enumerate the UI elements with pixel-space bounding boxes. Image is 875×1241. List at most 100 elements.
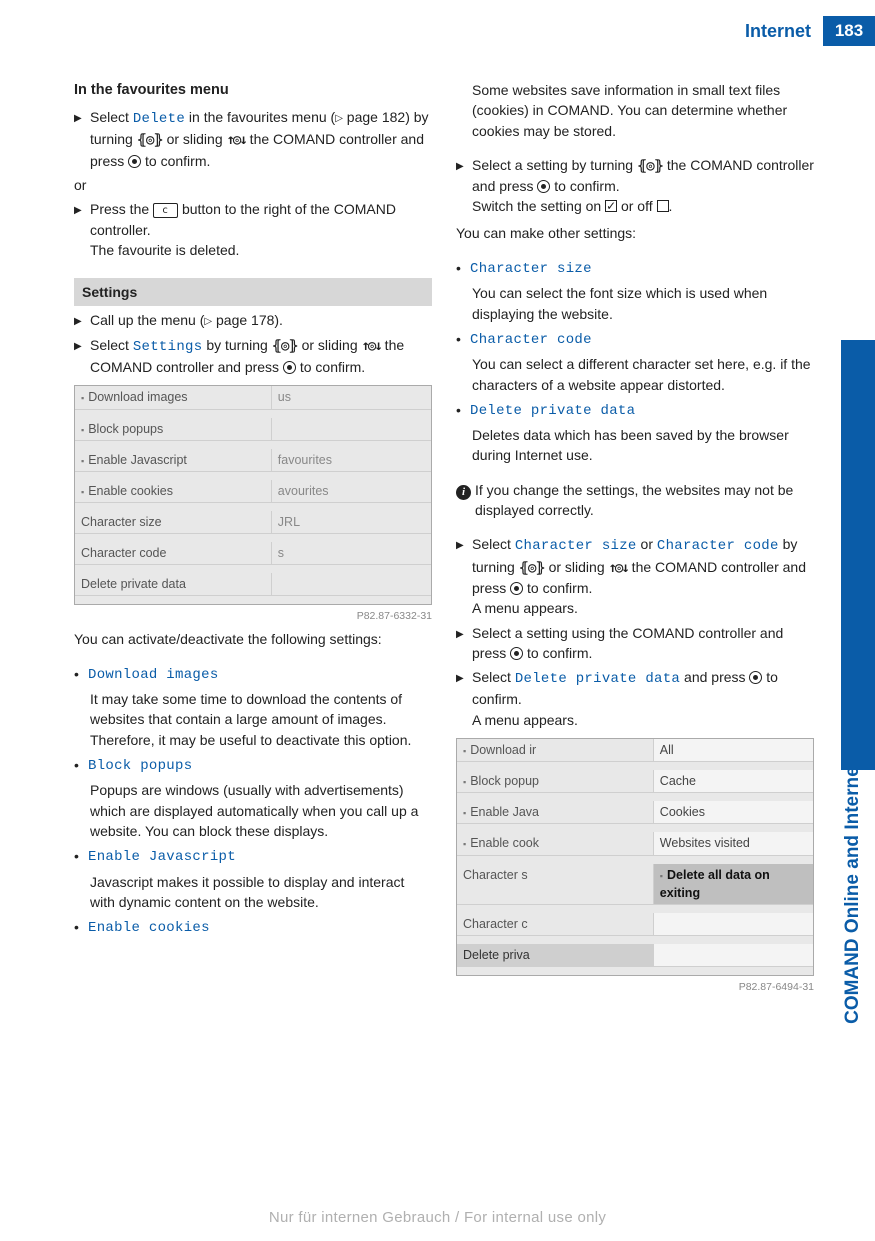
controller-press-icon xyxy=(510,647,523,660)
text: Select xyxy=(90,337,133,353)
step-select-delete: Select Delete in the favourites menu ( p… xyxy=(74,107,432,171)
text: Press the xyxy=(90,201,153,217)
step-press-c: Press the c button to the right of the C… xyxy=(74,199,432,260)
bullet-char-size: • Character size xyxy=(456,257,814,279)
step-marker-icon xyxy=(456,534,472,618)
step-select-setting: Select a setting by turning ⦃◎⦄ the COMA… xyxy=(456,155,814,217)
right-column: Some websites save information in small … xyxy=(456,80,814,999)
text: Switch the setting on xyxy=(472,198,605,214)
other-settings-text: You can make other settings: xyxy=(456,223,814,243)
c-button-icon: c xyxy=(153,203,178,218)
text: The favourite is deleted. xyxy=(90,242,239,258)
text: Call up the menu ( xyxy=(90,312,204,328)
side-tab xyxy=(841,340,875,770)
settings-screenshot-1: Download imagesusBlock popupsEnable Java… xyxy=(74,385,432,605)
step-marker-icon xyxy=(74,199,90,260)
bullet-icon: • xyxy=(74,663,88,685)
text: or sliding xyxy=(163,131,227,147)
desc-enable-js: Javascript makes it possible to display … xyxy=(74,872,432,913)
desc-delete-private: Deletes data which has been saved by the… xyxy=(456,425,814,466)
text: Select a setting by turning xyxy=(472,157,637,173)
bullet-delete-private: • Delete private data xyxy=(456,399,814,421)
menu-char-size: Character size xyxy=(515,538,637,554)
checkbox-off-icon xyxy=(657,200,669,212)
xref-icon xyxy=(335,109,343,125)
or-text: or xyxy=(74,175,432,195)
settings-screenshot-2: Download irAllBlock popupCacheEnable Jav… xyxy=(456,738,814,976)
step-marker-icon xyxy=(74,335,90,378)
text: to confirm. xyxy=(523,645,592,661)
controller-turn-icon: ⦃◎⦄ xyxy=(637,158,663,174)
page-body: In the favourites menu Select Delete in … xyxy=(74,80,814,999)
controller-slide-icon: ↑◎↓ xyxy=(227,132,246,148)
bullet-block-popups: • Block popups xyxy=(74,754,432,776)
step-marker-icon xyxy=(74,107,90,171)
text: to confirm. xyxy=(296,359,365,375)
text: page 178). xyxy=(212,312,283,328)
menu-delete: Delete xyxy=(133,111,185,127)
text: to confirm. xyxy=(141,153,210,169)
info-icon: i xyxy=(456,480,475,521)
text: by turning xyxy=(202,337,271,353)
text: or sliding xyxy=(545,559,609,575)
step-marker-icon xyxy=(74,310,90,331)
bullet-enable-cookies: • Enable cookies xyxy=(74,916,432,938)
controller-turn-icon: ⦃◎⦄ xyxy=(137,132,163,148)
controller-press-icon xyxy=(537,180,550,193)
option-block-popups: Block popups xyxy=(88,758,192,774)
bullet-download-images: • Download images xyxy=(74,663,432,685)
option-delete-private: Delete private data xyxy=(470,403,635,419)
controller-turn-icon: ⦃◎⦄ xyxy=(519,560,545,576)
step-call-menu: Call up the menu ( page 178). xyxy=(74,310,432,331)
intro-text: You can activate/deactivate the followin… xyxy=(74,629,432,649)
screenshot-label: P82.87-6494-31 xyxy=(456,980,814,995)
step-char-size-code: Select Character size or Character code … xyxy=(456,534,814,618)
bullet-char-code: • Character code xyxy=(456,328,814,350)
left-column: In the favourites menu Select Delete in … xyxy=(74,80,432,999)
option-enable-js: Enable Javascript xyxy=(88,849,236,865)
desc-char-code: You can select a different character set… xyxy=(456,354,814,395)
bullet-icon: • xyxy=(456,328,470,350)
desc-block-popups: Popups are windows (usually with adverti… xyxy=(74,780,432,841)
text: Select xyxy=(472,669,515,685)
controller-press-icon xyxy=(510,582,523,595)
desc-download-images: It may take some time to download the co… xyxy=(74,689,432,750)
step-select-confirm: Select a setting using the COMAND contro… xyxy=(456,623,814,664)
desc-enable-cookies: Some websites save information in small … xyxy=(456,80,814,141)
text: Select xyxy=(90,109,133,125)
option-char-size: Character size xyxy=(470,261,592,277)
option-download-images: Download images xyxy=(88,667,219,683)
option-char-code: Character code xyxy=(470,332,592,348)
text: . xyxy=(669,198,673,214)
bullet-icon: • xyxy=(74,754,88,776)
info-text: If you change the settings, the websites… xyxy=(475,480,814,521)
bullet-icon: • xyxy=(74,845,88,867)
menu-char-code: Character code xyxy=(657,538,779,554)
xref-icon xyxy=(204,312,212,328)
text: A menu appears. xyxy=(472,600,578,616)
controller-turn-icon: ⦃◎⦄ xyxy=(272,338,298,354)
page-number: 183 xyxy=(823,16,875,46)
text: or xyxy=(637,536,657,552)
bullet-icon: • xyxy=(456,399,470,421)
bullet-icon: • xyxy=(74,916,88,938)
settings-heading: Settings xyxy=(74,278,432,306)
menu-delete-private: Delete private data xyxy=(515,671,680,687)
controller-press-icon xyxy=(749,671,762,684)
checkbox-on-icon xyxy=(605,200,617,212)
text: to confirm. xyxy=(523,580,592,596)
internal-use-footer: Nur für internen Gebrauch / For internal… xyxy=(0,1207,875,1229)
side-label: COMAND Online and Internet xyxy=(839,760,867,1024)
header-title: Internet xyxy=(745,18,823,44)
text: A menu appears. xyxy=(472,712,578,728)
controller-press-icon xyxy=(128,155,141,168)
controller-slide-icon: ↑◎↓ xyxy=(362,338,381,354)
step-delete-private: Select Delete private data and press to … xyxy=(456,667,814,730)
step-marker-icon xyxy=(456,155,472,217)
text: and press xyxy=(680,669,749,685)
text: in the favourites menu ( xyxy=(185,109,335,125)
step-select-settings: Select Settings by turning ⦃◎⦄ or slidin… xyxy=(74,335,432,378)
info-note: i If you change the settings, the websit… xyxy=(456,480,814,521)
option-enable-cookies: Enable cookies xyxy=(88,920,210,936)
page-header: Internet 183 xyxy=(745,16,875,46)
